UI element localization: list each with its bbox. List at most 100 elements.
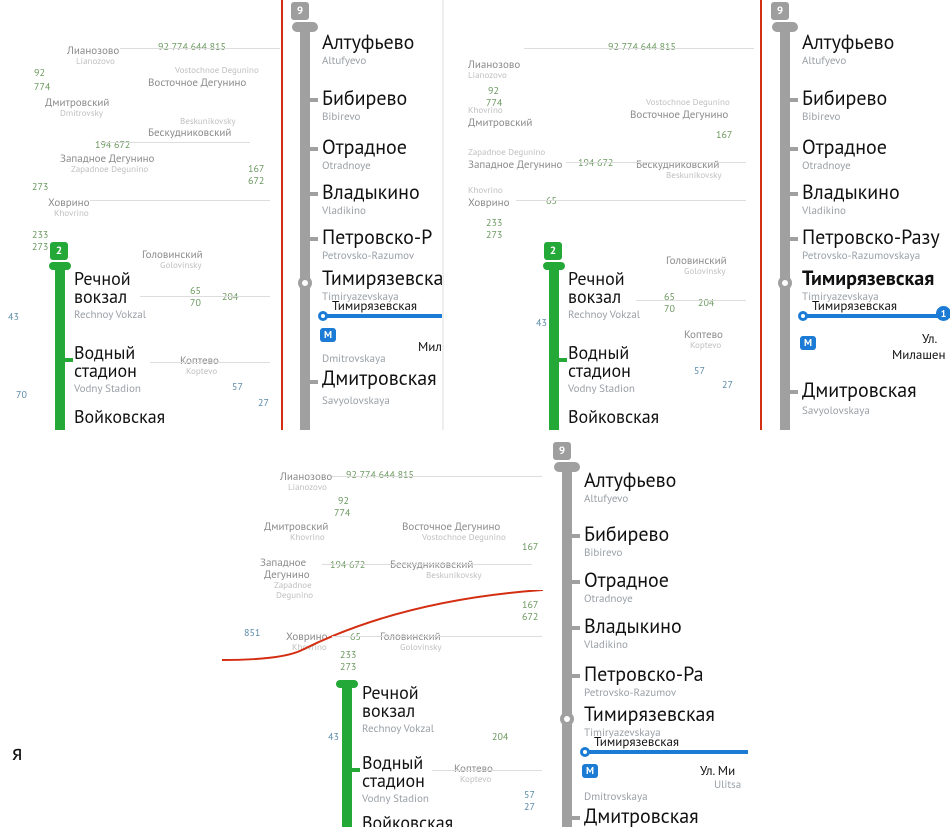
dmitrovsky: Дмитровский [468,116,532,130]
m-badge: М [800,336,816,350]
st-altufyevo-en: Altufyevo [584,492,628,506]
st-timir: Тимирязевская [584,704,715,725]
st-savyol: Savyolovskaya [322,394,390,408]
st-bibirevo-en: Bibirevo [322,110,360,124]
line-2 [549,262,559,430]
khovrino-en: Khovrino [468,105,503,116]
m-badge: М [582,764,598,778]
tick [572,580,580,584]
line-2 [55,262,65,430]
st-altufyevo: Алтуфьево [802,32,894,53]
rail [332,476,542,477]
tick [572,674,580,678]
tick [310,98,318,102]
rail [566,162,746,163]
voik: Войковская [568,408,659,427]
rail [150,362,270,363]
rail [432,770,542,771]
n273: 273 [32,180,48,193]
monorail [584,750,748,754]
rail [140,296,270,297]
rechnoy-en: Rechnoy Vokzal [568,308,640,322]
tick [572,626,580,630]
mono-mila: Милашен [892,346,946,363]
st-altufyevo-en: Altufyevo [802,54,846,68]
vodny-en: Vodny Stadion [568,382,635,396]
mono-timir: Тимирязевская [332,297,417,314]
st-otradnoe: Отрадное [802,137,887,158]
n194-672: 194 672 [95,138,130,151]
tick [572,816,580,820]
rechnoy-2: вокзал [568,288,621,307]
golovinsky-en: Golovinsky [160,260,202,271]
tick [572,534,580,538]
st-petrovsko-en: Petrovsko-Razumovskaya [802,249,920,263]
st-vladykino-en: Vladikino [322,204,366,218]
st-otradnoe: Отрадное [584,570,669,591]
khovrino-en: Khovrino [290,532,325,543]
stray-letter-body: я [12,742,22,765]
vodny-2: стадион [74,362,137,381]
monorail [802,314,950,318]
st-timir: Тимирязевская [322,268,444,289]
st-petrovsko: Петровско-Разу [802,227,940,248]
st-petrovsko: Петровско-Ра [584,664,704,685]
line-9-badge: 9 [771,2,789,20]
rail [524,48,754,49]
n273b: 273 [32,240,48,253]
line-9-badge: 9 [291,2,309,20]
st-timir: Тимирязевская [802,268,934,289]
n167b: 167 [522,540,538,553]
map-panel-b: 9 Алтуфьево Altufyevo Бибирево Bibirevo … [446,0,950,430]
st-dmitr-en-pre: Dmitrovskaya [322,352,386,366]
koptevo-en: Koptevo [186,366,217,377]
n70c: 70 [664,302,675,315]
red-curve [222,590,562,827]
n273b: 273 [486,228,502,241]
st-otradnoe-en: Otradnoye [322,159,371,173]
st-bibirevo-en: Bibirevo [584,546,622,560]
n774: 774 [34,80,50,93]
st-petrovsko-en: Petrovsko-Razumov [322,249,414,263]
rail [636,300,746,301]
n27: 27 [258,396,269,409]
st-altufyevo: Алтуфьево [322,32,414,53]
rail [322,564,532,565]
st-dmitrovskaya: Дмитровская [322,368,437,389]
besk: Бескудниковский [148,126,231,140]
n774: 774 [334,506,350,519]
st-bibirevo: Бибирево [802,88,887,109]
line-9 [300,22,310,430]
tick [790,390,798,394]
mono-timir: Тимирязевская [594,733,679,750]
st-bibirevo: Бибирево [322,88,407,109]
vdegunino-en: Vostochnoe Degunino [422,532,506,543]
st-bibirevo: Бибирево [584,524,669,545]
tick [790,237,798,241]
route-top: 92 774 644 815 [608,40,676,53]
vdegunino-en: Vostochnoe Degunino [646,97,730,108]
n43: 43 [8,310,19,323]
rail [120,48,280,49]
line-9-cap [292,22,318,32]
line-2-badge: 2 [50,242,68,260]
tick [310,380,318,384]
st-otradnoe: Отрадное [322,137,407,158]
st-otradnoe-en: Otradnoye [802,159,851,173]
tick [559,358,567,362]
line-9-cap [772,22,798,32]
map-panel-a: 9 Алтуфьево Altufyevo Бибирево Bibirevo … [0,0,444,430]
vodny-en: Vodny Stadion [74,382,141,396]
route-top: 92 774 644 815 [158,40,226,53]
monorail [322,314,444,318]
transfer-ring [298,276,312,290]
map-panel-c: 9 Алтуфьево Altufyevo Бибирево Bibirevo … [222,440,748,827]
route-top: 92 774 644 815 [346,468,414,481]
mono-timir: Тимирязевская [812,297,897,314]
st-dmitrovskaya: Дмитровская [584,806,699,827]
st-savyol: Savyolovskaya [802,404,870,418]
mono-ulmi: Ул. Ми [700,762,735,779]
st-dmitrovskaya: Дмитровская [802,380,917,401]
st-vladykino: Владыкино [584,616,682,637]
besk-en: Beskunikovsky [426,570,482,581]
